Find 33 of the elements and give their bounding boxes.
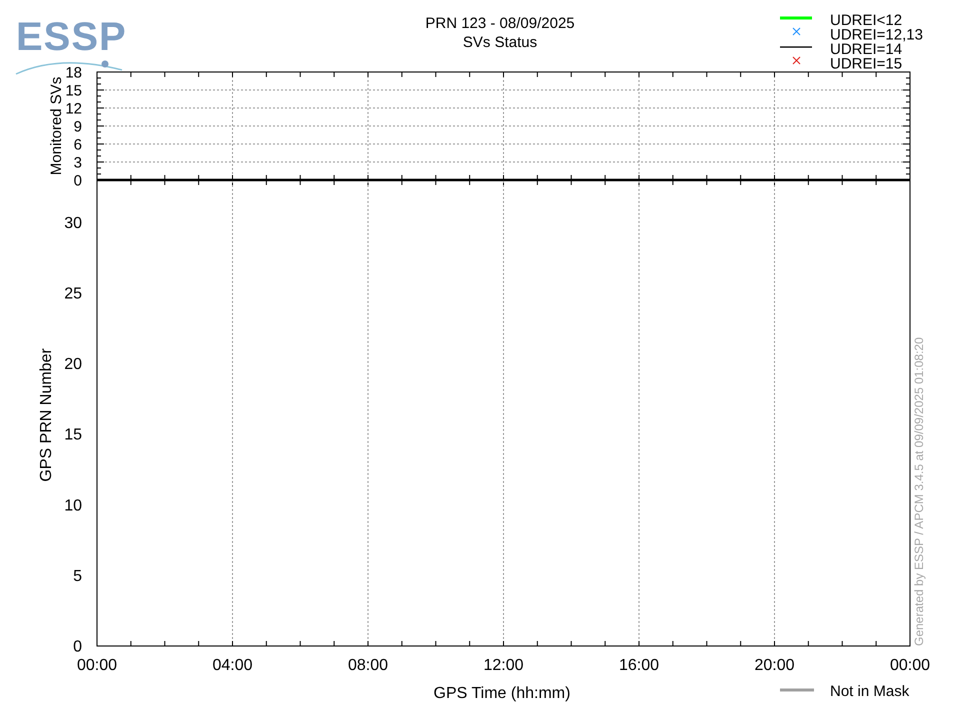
generated-note: Generated by ESSP / APCM 3.4.5 at 09/09/2025 01:08:20 [912,337,926,646]
axis-tick-label: 20:00 [754,657,795,674]
legend-label: UDREI=15 [830,56,902,72]
axis-tick-label: 0 [73,638,82,656]
axis-tick-label: 3 [74,154,82,172]
axis-tick-label: 04:00 [212,657,253,674]
axis-tick-label: 15 [64,426,82,444]
axis-tick-label: 30 [64,214,82,232]
axis-tick-label: 18 [65,64,82,82]
axis-tick-label: 00:00 [890,657,930,674]
axis-tick-label: 12:00 [483,657,524,674]
axis-tick-label: 10 [64,497,82,514]
chart-title: SVs Status [462,34,538,51]
axis-tick-label: 15 [65,82,82,100]
axis-tick-label: 12 [65,100,82,118]
axis-tick-label: 5 [73,568,82,585]
legend-label: UDREI=14 [830,41,902,58]
axis-tick-label: 6 [74,136,82,154]
axis-title: GPS PRN Number [38,348,55,482]
chart-title: PRN 123 - 08/09/2025 [425,15,575,32]
axis-tick-label: 25 [64,285,82,302]
legend-label: Not in Mask [830,683,910,700]
axis-tick-label: 20 [64,356,82,374]
axis-tick-label: 00:00 [76,657,118,674]
axis-title: Monitored SVs [48,76,65,176]
legend-label: UDREI=12,13 [830,26,923,44]
axis-tick-label: 08:00 [348,657,388,674]
axis-tick-label: 16:00 [618,657,660,674]
axis-tick-label: 9 [74,118,82,136]
axis-title: GPS Time (hh:mm) [434,685,570,702]
essp-logo: ESSP [16,15,127,59]
axis-tick-label: 0 [74,172,82,190]
legend-label: UDREI<12 [830,12,902,29]
